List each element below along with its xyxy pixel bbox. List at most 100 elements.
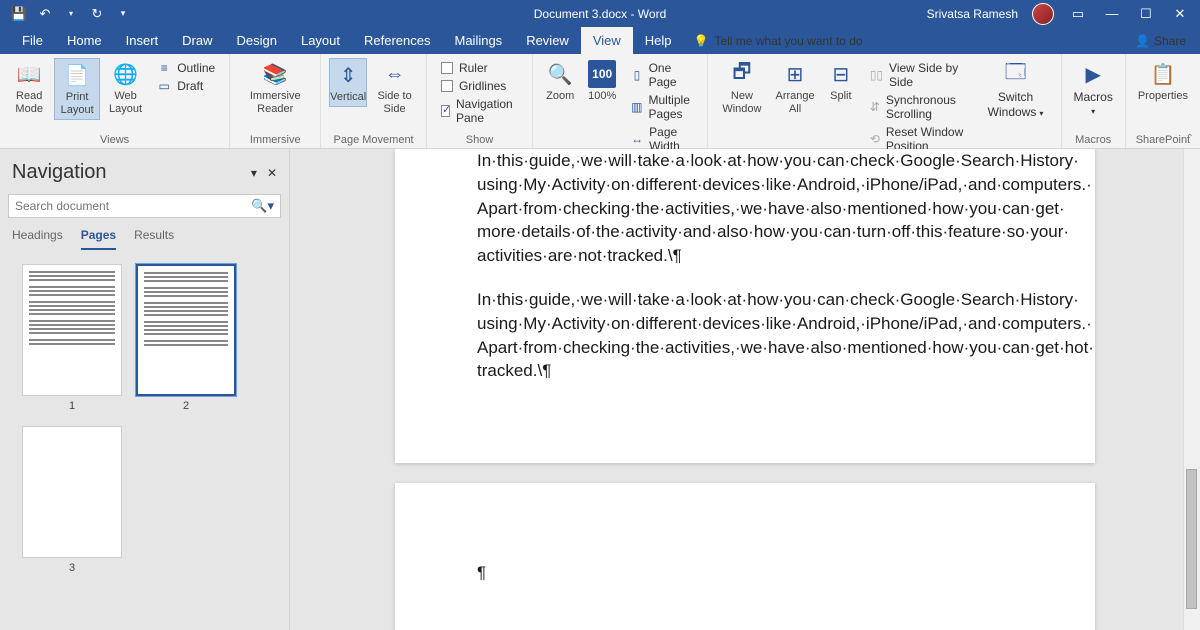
multiple-pages-icon: ▥: [631, 100, 642, 114]
side-to-side-icon: ⇔: [381, 60, 409, 88]
tell-me-label: Tell me what you want to do: [714, 34, 862, 48]
scrollbar-thumb[interactable]: [1186, 469, 1197, 609]
navigation-panel: Navigation ▾ ✕ 🔍▾ Headings Pages Results…: [0, 149, 290, 630]
tab-references[interactable]: References: [352, 27, 442, 54]
tab-help[interactable]: Help: [633, 27, 684, 54]
vertical-scrollbar[interactable]: [1183, 149, 1200, 630]
nav-tab-pages[interactable]: Pages: [81, 228, 116, 250]
share-label: Share: [1154, 34, 1186, 48]
properties-icon: 📋: [1149, 60, 1177, 88]
redo-icon[interactable]: ↻: [90, 7, 104, 21]
tab-mailings[interactable]: Mailings: [443, 27, 515, 54]
group-label-immersive: Immersive: [238, 132, 312, 146]
paragraph[interactable]: In·this·guide,·we·will·take·a·look·at·ho…: [477, 149, 1013, 268]
collapse-ribbon-icon[interactable]: ⌃: [1186, 133, 1194, 144]
arrange-all-icon: ⊞: [781, 60, 809, 88]
qat-dropdown-icon[interactable]: ▾: [64, 7, 78, 21]
print-layout-icon: 📄: [63, 61, 91, 89]
document-area[interactable]: In·this·guide,·we·will·take·a·look·at·ho…: [290, 149, 1200, 630]
arrange-all-button[interactable]: ⊞Arrange All: [772, 58, 818, 118]
print-layout-button[interactable]: 📄Print Layout: [54, 58, 99, 120]
ruler-checkbox[interactable]: Ruler: [439, 60, 520, 76]
multiple-pages-button[interactable]: ▥Multiple Pages: [629, 92, 694, 122]
checkbox-icon: [441, 80, 453, 92]
macros-icon: ▶: [1079, 60, 1107, 88]
tab-file[interactable]: File: [10, 27, 55, 54]
ribbon: 📖Read Mode 📄Print Layout 🌐Web Layout ≡Ou…: [0, 54, 1200, 149]
page-number: 2: [183, 400, 189, 412]
tab-design[interactable]: Design: [225, 27, 289, 54]
tab-insert[interactable]: Insert: [114, 27, 171, 54]
checkbox-checked-icon: [441, 105, 450, 117]
share-button[interactable]: 👤 Share: [1135, 27, 1200, 54]
tab-review[interactable]: Review: [514, 27, 581, 54]
close-icon[interactable]: ✕: [1170, 6, 1190, 22]
zoom-100-button[interactable]: 100100%: [583, 58, 621, 105]
sync-scroll-button: ⇵Synchronous Scrolling: [868, 92, 971, 122]
checkbox-icon: [441, 62, 453, 74]
lightbulb-icon: 💡: [694, 34, 709, 48]
group-views: 📖Read Mode 📄Print Layout 🌐Web Layout ≡Ou…: [0, 54, 230, 148]
split-icon: ⊟: [827, 60, 855, 88]
macros-button[interactable]: ▶Macros▾: [1070, 58, 1117, 120]
immersive-reader-icon: 📚: [261, 60, 289, 88]
navigation-pane-checkbox[interactable]: Navigation Pane: [439, 96, 520, 126]
tell-me-search[interactable]: 💡 Tell me what you want to do: [694, 27, 863, 54]
nav-dropdown-icon[interactable]: ▾: [251, 166, 257, 180]
page-2: In·this·guide,·we·will·take·a·look·at·ho…: [395, 149, 1095, 463]
one-page-button[interactable]: ▯One Page: [629, 60, 694, 90]
group-window: 🗗New Window ⊞Arrange All ⊟Split ▯▯View S…: [708, 54, 1062, 148]
paragraph-mark[interactable]: ¶: [477, 563, 1013, 583]
page-number: 3: [69, 562, 75, 574]
search-icon[interactable]: 🔍▾: [251, 198, 274, 214]
read-mode-button[interactable]: 📖Read Mode: [8, 58, 50, 118]
tab-home[interactable]: Home: [55, 27, 114, 54]
customize-qat-icon[interactable]: ▾: [116, 7, 130, 21]
page-thumbnail-1[interactable]: 1: [22, 264, 122, 412]
vertical-button[interactable]: ⇕Vertical: [329, 58, 367, 107]
zoom-100-icon: 100: [588, 60, 616, 88]
sync-scroll-icon: ⇵: [870, 100, 880, 114]
ribbon-tabs: File Home Insert Draw Design Layout Refe…: [0, 27, 1200, 54]
save-icon[interactable]: 💾: [12, 7, 26, 21]
read-mode-icon: 📖: [15, 60, 43, 88]
nav-tab-headings[interactable]: Headings: [12, 228, 63, 250]
draft-button[interactable]: ▭Draft: [155, 78, 217, 94]
ribbon-display-icon[interactable]: ▭: [1068, 6, 1088, 22]
properties-button[interactable]: 📋Properties: [1134, 58, 1192, 105]
split-button[interactable]: ⊟Split: [822, 58, 860, 105]
navigation-title: Navigation: [12, 161, 107, 184]
view-side-by-side-button: ▯▯View Side by Side: [868, 60, 971, 90]
outline-button[interactable]: ≡Outline: [155, 60, 217, 76]
paragraph[interactable]: In·this·guide,·we·will·take·a·look·at·ho…: [477, 288, 1013, 383]
user-name[interactable]: Srivatsa Ramesh: [927, 7, 1018, 21]
maximize-icon[interactable]: ☐: [1136, 6, 1156, 22]
page-thumbnail-3[interactable]: 3: [22, 426, 122, 574]
web-layout-button[interactable]: 🌐Web Layout: [104, 58, 147, 118]
nav-tab-results[interactable]: Results: [134, 228, 174, 250]
tab-draw[interactable]: Draw: [170, 27, 224, 54]
immersive-reader-button[interactable]: 📚Immersive Reader: [238, 58, 312, 118]
reset-window-icon: ⟲: [870, 132, 880, 146]
search-input[interactable]: [15, 199, 251, 213]
page-number: 1: [69, 400, 75, 412]
one-page-icon: ▯: [631, 68, 642, 82]
minimize-icon[interactable]: ―: [1102, 6, 1122, 21]
tab-layout[interactable]: Layout: [289, 27, 352, 54]
new-window-button[interactable]: 🗗New Window: [716, 58, 769, 118]
group-label-views: Views: [8, 132, 221, 146]
group-label-macros: Macros: [1070, 132, 1117, 146]
draft-icon: ▭: [157, 79, 171, 93]
side-to-side-button[interactable]: ⇔Side to Side: [371, 58, 418, 118]
nav-close-icon[interactable]: ✕: [267, 166, 277, 180]
search-document-input[interactable]: 🔍▾: [8, 194, 281, 218]
avatar[interactable]: [1032, 3, 1054, 25]
quick-access-toolbar: 💾 ↶ ▾ ↻ ▾: [0, 7, 130, 21]
gridlines-checkbox[interactable]: Gridlines: [439, 78, 520, 94]
undo-icon[interactable]: ↶: [38, 7, 52, 21]
page-width-icon: ↔: [631, 132, 643, 146]
switch-windows-button[interactable]: 🗔Switch Windows ▾: [979, 58, 1053, 122]
page-thumbnail-2[interactable]: 2: [136, 264, 236, 412]
tab-view[interactable]: View: [581, 27, 633, 54]
zoom-button[interactable]: 🔍Zoom: [541, 58, 579, 105]
